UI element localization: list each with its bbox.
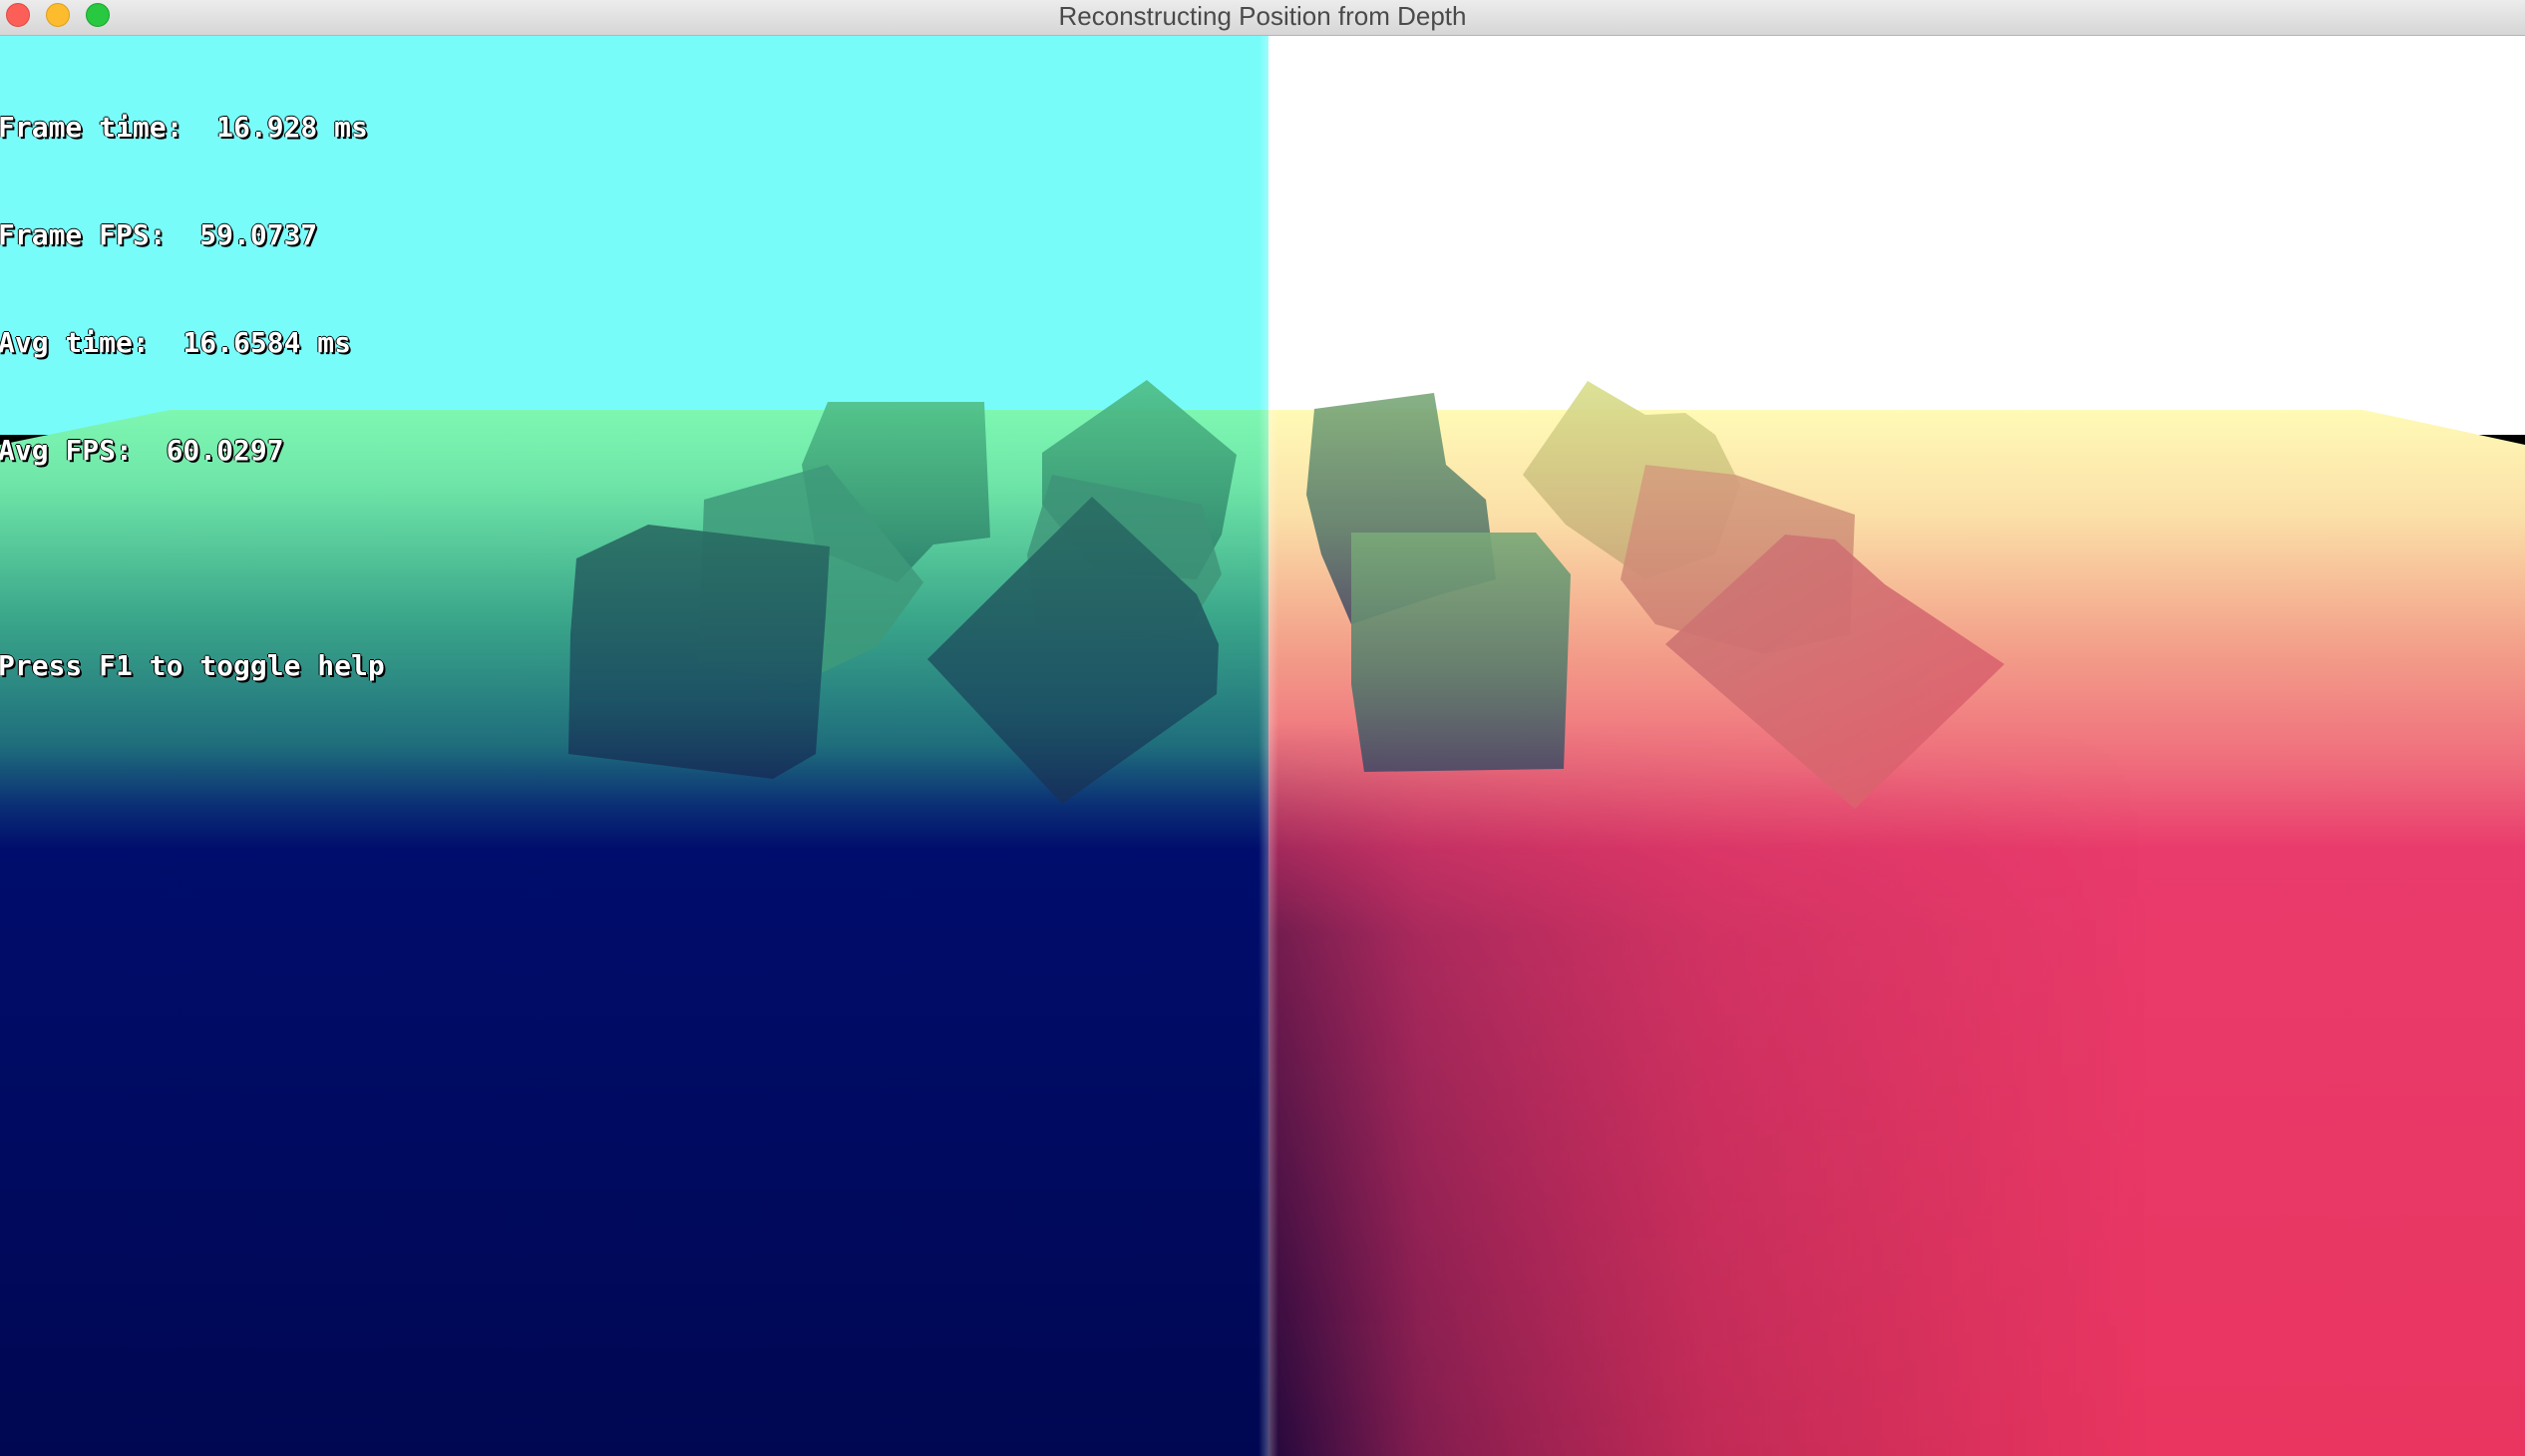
cube-front-left-1: [568, 525, 830, 779]
app-window: Reconstructing Position from Depth Frame…: [0, 0, 2525, 1456]
avg-time-readout: Avg time: 16.6584 ms: [0, 326, 352, 359]
window-title: Reconstructing Position from Depth: [1058, 1, 1467, 31]
frame-time-readout: Frame time: 16.928 ms: [0, 111, 368, 144]
title-bar[interactable]: Reconstructing Position from Depth: [0, 0, 2525, 36]
render-viewport[interactable]: Frame time: 16.928 ms Frame FPS: 59.0737…: [0, 36, 2525, 1456]
frame-fps-readout: Frame FPS: 59.0737: [0, 218, 318, 251]
right-sky-region: [1268, 36, 2525, 435]
performance-overlay: Frame time: 16.928 ms Frame FPS: 59.0737…: [0, 38, 385, 756]
cube-front-right-1: [1351, 533, 1571, 772]
overlay-spacer: [0, 541, 385, 576]
quadrant-seam: [1259, 36, 1278, 1456]
help-hint: Press F1 to toggle help: [0, 649, 385, 682]
avg-fps-readout: Avg FPS: 60.0297: [0, 434, 284, 467]
